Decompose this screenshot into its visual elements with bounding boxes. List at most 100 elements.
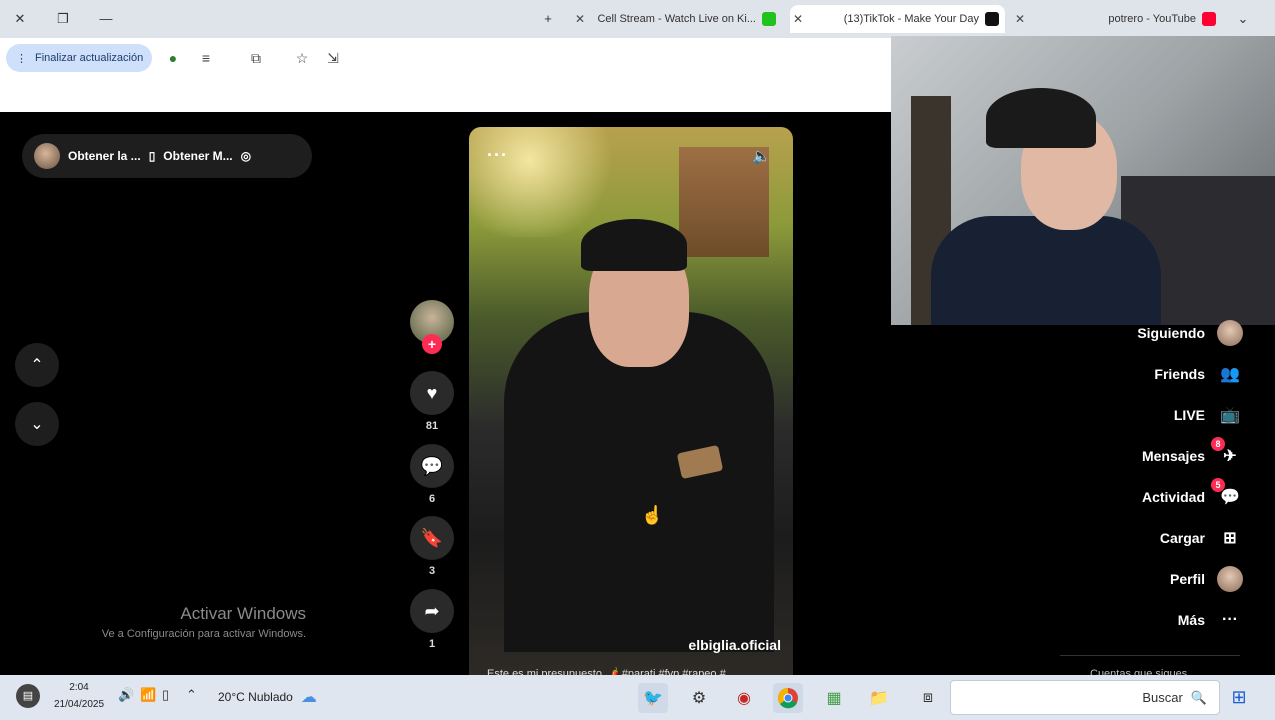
sidebar-item-mensajes[interactable]: Mensajes ✈ 8 <box>1141 437 1243 471</box>
chrome-logo <box>778 688 798 709</box>
volume-icon[interactable]: 🔊 <box>118 687 134 703</box>
battery-icon[interactable]: ▯ <box>162 687 169 703</box>
taskbar-search-input[interactable]: Buscar 🔍 <box>950 680 1220 715</box>
kick-favicon-icon <box>762 12 776 26</box>
upload-icon: ⊞ <box>1223 530 1237 547</box>
settings-gear-icon[interactable]: ⚙ <box>684 683 714 713</box>
notification-badge: 5 <box>1211 478 1225 492</box>
sidebar-item-label: Cargar <box>1159 530 1205 546</box>
tiktok-favicon-icon <box>985 12 999 26</box>
sidebar-divider <box>1060 655 1240 656</box>
tab-title: potrero - YouTube <box>1108 13 1196 25</box>
weather-label: 20°C Nublado <box>218 690 293 704</box>
profile-avatar-icon <box>1217 566 1243 592</box>
messages-icon: ✈ 8 <box>1211 437 1243 469</box>
watermark-subtitle: Ve a Configuración para activar Windows. <box>101 628 306 640</box>
activity-glyph: 💬 <box>1220 489 1240 506</box>
taskbar-app-bird-icon[interactable]: 🐦 <box>638 683 668 713</box>
close-window-button[interactable]: ✕ <box>10 9 30 29</box>
profile-icon[interactable]: ● <box>163 48 183 68</box>
save-count: 3 <box>428 565 436 577</box>
more-icon: ··· <box>1222 611 1238 628</box>
restore-window-button[interactable]: ❐ <box>53 9 73 29</box>
promo-banner[interactable]: Obtener la ... ▯ Obtener M... ◎ <box>22 134 312 178</box>
close-icon[interactable]: ✕ <box>572 12 588 26</box>
like-button[interactable]: ♥ <box>410 371 454 415</box>
update-button[interactable]: ⋮ Finalizar actualización <box>6 44 152 72</box>
friends-icon: 👥 <box>1220 366 1240 383</box>
clock-date: 21/04/2025 <box>53 699 105 710</box>
file-explorer-icon[interactable]: 📁 <box>864 683 894 713</box>
coin-icon: ◎ <box>240 149 252 163</box>
sidebar-item-label: Friends <box>1154 366 1205 382</box>
comment-icon: 💬 <box>420 455 444 476</box>
install-app-icon[interactable]: ⇲ <box>323 48 343 68</box>
avatar <box>34 143 60 169</box>
chrome-icon[interactable] <box>773 683 803 713</box>
tab-youtube[interactable]: ✕ potrero - YouTube <box>1012 5 1222 33</box>
windows-taskbar: ▤ 2:04 21/04/2025 🔊 📶 ▯ ⌃ 20°C Nublado ☁… <box>0 675 1275 720</box>
update-label: Finalizar actualización <box>35 52 144 64</box>
sidebar-item-live[interactable]: LIVE 📺 <box>1174 400 1243 430</box>
save-button[interactable]: 🔖 <box>410 516 454 560</box>
weather-widget[interactable]: 20°C Nublado ☁ <box>218 687 317 707</box>
bookmark-icon: 🔖 <box>420 527 444 548</box>
live-icon: 📺 <box>1220 407 1240 424</box>
webcam-person-body <box>931 216 1161 325</box>
sidebar-item-cargar[interactable]: Cargar ⊞ <box>1160 523 1243 553</box>
windows-activation-watermark: Activar Windows Ve a Configuración para … <box>40 604 306 640</box>
avatar <box>1217 566 1243 592</box>
reading-list-icon[interactable]: ≡ <box>196 48 216 68</box>
sidebar-item-friends[interactable]: Friends 👥 <box>1154 359 1243 389</box>
share-button[interactable]: ➦ <box>410 589 454 633</box>
chevron-up-icon[interactable]: ⌃ <box>186 687 197 703</box>
browser-tab-strip: ✕ ❐ — + ✕ Cell Stream - Watch Live on Ki… <box>0 0 1275 38</box>
sidebar-item-label: Actividad <box>1141 489 1205 505</box>
follow-plus-icon[interactable]: + <box>422 334 442 354</box>
page-header-strip <box>0 78 892 112</box>
volume-icon[interactable]: 🔈 <box>752 147 771 165</box>
minimize-window-button[interactable]: — <box>96 9 116 29</box>
video-caption: Este es mi presupuesto 🌶️ #parati #fyp #… <box>487 668 735 675</box>
comment-button[interactable]: 💬 <box>410 444 454 488</box>
screen: ✕ ❐ — + ✕ Cell Stream - Watch Live on Ki… <box>0 0 1275 720</box>
sidebar-item-label: Más <box>1177 612 1205 628</box>
youtube-favicon-icon <box>1202 12 1216 26</box>
bluestacks-icon[interactable]: ▦ <box>819 683 849 713</box>
chevron-down-icon: ⌄ <box>30 416 44 433</box>
task-view-icon[interactable]: ⧈ <box>913 683 943 713</box>
more-options-icon[interactable]: ··· <box>487 145 508 166</box>
previous-video-button[interactable]: ⌃ <box>15 343 59 387</box>
sidebar-item-label: Mensajes <box>1141 448 1205 464</box>
taskbar-clock[interactable]: 2:04 21/04/2025 <box>48 679 110 713</box>
tab-tiktok[interactable]: ✕ (13)TikTok - Make Your Day <box>790 5 1005 33</box>
promo-item: Obtener la ... <box>68 149 141 163</box>
video-username[interactable]: elbiglia.oficial <box>688 637 781 653</box>
sidebar-item-mas[interactable]: Más ··· <box>1178 605 1243 635</box>
like-count: 81 <box>425 420 439 432</box>
video-frame-light <box>469 127 619 237</box>
sidebar-item-perfil[interactable]: Perfil <box>1170 564 1243 594</box>
new-tab-button[interactable]: + <box>538 9 558 29</box>
taskbar-app-red-icon[interactable]: ◉ <box>729 683 759 713</box>
extensions-icon[interactable]: ⧉ <box>246 48 266 68</box>
phone-icon: ▯ <box>148 149 156 163</box>
promo-item: Obtener M... <box>163 149 233 163</box>
webcam-person-cap <box>986 88 1096 148</box>
close-icon[interactable]: ✕ <box>1012 12 1028 26</box>
video-player[interactable]: ··· 🔈 ☝ elbiglia.oficial Este es mi pres… <box>469 127 793 675</box>
tab-cell-stream[interactable]: ✕ Cell Stream - Watch Live on Ki... <box>572 5 782 33</box>
notification-badge: 8 <box>1211 437 1225 451</box>
windows-start-icon[interactable]: ⊞ <box>1228 686 1250 708</box>
menu-dots-icon: ⋮ <box>16 52 27 65</box>
tab-search-chevron-icon[interactable]: ⌄ <box>1233 9 1253 29</box>
hand-cursor-icon: ☝ <box>641 505 664 525</box>
wifi-icon[interactable]: 📶 <box>140 687 156 703</box>
next-video-button[interactable]: ⌄ <box>15 402 59 446</box>
watermark-title: Activar Windows <box>180 604 306 623</box>
close-icon[interactable]: ✕ <box>790 12 806 26</box>
notifications-icon[interactable]: ▤ <box>16 684 40 708</box>
sidebar-item-actividad[interactable]: Actividad 💬 5 <box>1141 478 1243 512</box>
bookmark-star-icon[interactable]: ☆ <box>292 48 312 68</box>
sidebar-item-siguiendo[interactable]: Siguiendo <box>1137 318 1243 348</box>
